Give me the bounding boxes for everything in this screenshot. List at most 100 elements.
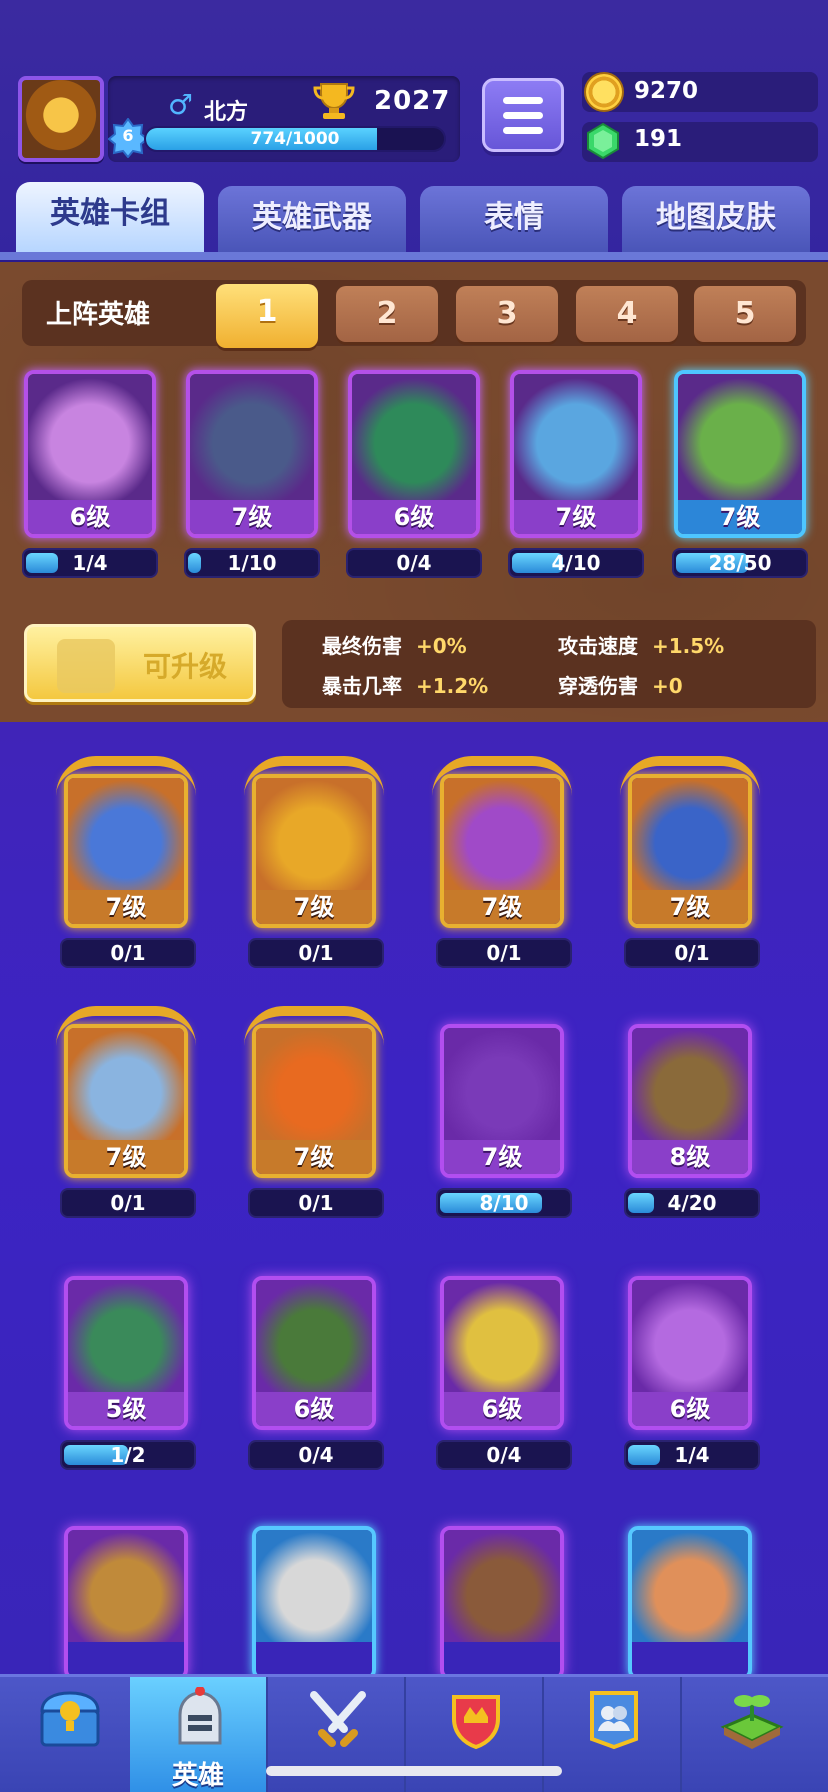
- collection-hero-card[interactable]: 7级: [432, 756, 572, 946]
- trophy-icon: [313, 83, 355, 119]
- hero-card-progress: 8/10: [436, 1188, 572, 1218]
- hero-portrait: [68, 1280, 184, 1392]
- hero-frame: 7级: [64, 1024, 188, 1178]
- gem-count: 191: [634, 126, 683, 152]
- collection-hero-card[interactable]: 7级: [244, 756, 384, 946]
- stat-label: 攻击速度: [558, 634, 638, 658]
- collection-hero-card[interactable]: 6级: [248, 1268, 380, 1448]
- lineup-slot-2[interactable]: 2: [336, 286, 438, 342]
- hero-level: 7级: [632, 890, 748, 924]
- hero-level: 8级: [632, 1140, 748, 1174]
- hero-portrait: [68, 1028, 184, 1140]
- hero-card-progress: 4/20: [624, 1188, 760, 1218]
- menu-button[interactable]: [482, 78, 564, 152]
- hero-level: 6级: [256, 1392, 372, 1426]
- coin-count: 9270: [634, 78, 699, 104]
- collection-hero-card[interactable]: 6级: [436, 1268, 568, 1448]
- lineup-slot-4[interactable]: 4: [576, 286, 678, 342]
- stat-label: 最终伤害: [322, 634, 402, 658]
- hero-card-progress: 0/1: [248, 938, 384, 968]
- hero-frame: 7级: [252, 774, 376, 928]
- hero-portrait: [256, 1280, 372, 1392]
- stat-final-damage: 最终伤害 +0%: [322, 630, 467, 659]
- stat-attack-speed: 攻击速度 +1.5%: [558, 630, 724, 659]
- hero-level: 6级: [28, 500, 152, 534]
- lineup-slot-3[interactable]: 3: [456, 286, 558, 342]
- deck-hero-card[interactable]: 7级: [186, 370, 318, 538]
- nav-shop[interactable]: [0, 1677, 138, 1792]
- deck-hero-card[interactable]: 6级: [348, 370, 480, 538]
- stat-crit-chance: 暴击几率 +1.2%: [322, 670, 488, 699]
- hero-frame: 7级: [64, 774, 188, 928]
- tab-bar: 英雄卡组 英雄武器 表情 地图皮肤: [0, 182, 828, 254]
- tab-emotes[interactable]: 表情: [420, 186, 608, 252]
- xp-bar: 774/1000: [144, 126, 446, 152]
- tab-map-skins[interactable]: 地图皮肤: [622, 186, 810, 252]
- sprout-island-icon: [720, 1695, 784, 1749]
- collection-hero-card[interactable]: 7级: [56, 756, 196, 946]
- lineup-slot-5[interactable]: 5: [694, 286, 796, 342]
- nav-island[interactable]: [682, 1677, 828, 1792]
- deck-hero-card[interactable]: 6级: [24, 370, 156, 538]
- hero-frame: 7级: [252, 1024, 376, 1178]
- hero-level: 7级: [444, 1140, 560, 1174]
- friends-banner-icon: [590, 1691, 638, 1750]
- nav-friends[interactable]: [544, 1677, 682, 1792]
- hero-portrait: [68, 1530, 184, 1642]
- progress-text: 28/50: [708, 551, 772, 575]
- gem-icon: [587, 122, 619, 160]
- hero-frame: 7级: [440, 774, 564, 928]
- upgrade-shield-icon: [57, 639, 115, 693]
- collection-hero-card[interactable]: 7级: [56, 1006, 196, 1196]
- trophy-count: 2027: [374, 86, 451, 116]
- nav-heroes[interactable]: 英雄: [130, 1677, 268, 1792]
- stat-pierce-damage: 穿透伤害 +0: [558, 670, 683, 699]
- collection-hero-card[interactable]: [60, 1518, 192, 1698]
- hero-portrait: [444, 1530, 560, 1642]
- hero-card-progress: 0/1: [436, 938, 572, 968]
- hero-level: 7级: [68, 1140, 184, 1174]
- collection-hero-card[interactable]: [248, 1518, 380, 1698]
- hero-portrait: [632, 778, 748, 890]
- tab-hero-weapons[interactable]: 英雄武器: [218, 186, 406, 252]
- hero-frame: [64, 1526, 188, 1680]
- progress-text: 0/1: [674, 941, 710, 965]
- hero-portrait: [190, 374, 314, 500]
- collection-hero-card[interactable]: 7级: [244, 1006, 384, 1196]
- collection-hero-card[interactable]: 8级: [624, 1016, 756, 1196]
- progress-text: 0/1: [110, 1191, 146, 1215]
- collection-hero-card[interactable]: [624, 1518, 756, 1698]
- tab-hero-deck[interactable]: 英雄卡组: [16, 182, 204, 252]
- knight-helmet-icon: [178, 1687, 222, 1745]
- collection-hero-card[interactable]: 6级: [624, 1268, 756, 1448]
- upgrade-button[interactable]: 可升级: [24, 624, 256, 702]
- progress-text: 1/2: [110, 1443, 146, 1467]
- collection-hero-card[interactable]: 7级: [620, 756, 760, 946]
- hero-frame: 7级: [628, 774, 752, 928]
- hero-portrait: [514, 374, 638, 500]
- player-name: 北方: [204, 100, 249, 125]
- progress-text: 1/4: [72, 551, 108, 575]
- collection-hero-card[interactable]: 7级: [436, 1016, 568, 1196]
- hero-level: 7级: [678, 500, 802, 534]
- hero-card-progress: 28/50: [672, 548, 808, 578]
- menu-line: [503, 127, 543, 134]
- hero-frame: 7级: [440, 1024, 564, 1178]
- collection-hero-card[interactable]: [436, 1518, 568, 1698]
- hero-level: 6级: [444, 1392, 560, 1426]
- hero-portrait: [632, 1530, 748, 1642]
- hero-level: 7级: [190, 500, 314, 534]
- hero-frame: 6级: [440, 1276, 564, 1430]
- progress-text: 4/10: [551, 551, 601, 575]
- hero-card-progress: 0/1: [248, 1188, 384, 1218]
- hero-card-progress: 0/1: [60, 938, 196, 968]
- lineup-label: 上阵英雄: [46, 300, 151, 330]
- hero-portrait: [256, 1530, 372, 1642]
- collection-hero-card[interactable]: 5级: [60, 1268, 192, 1448]
- deck-hero-card[interactable]: 7级: [510, 370, 642, 538]
- hero-portrait: [632, 1280, 748, 1392]
- hero-frame: [252, 1526, 376, 1680]
- deck-hero-card[interactable]: 7级: [674, 370, 806, 538]
- player-avatar[interactable]: [18, 76, 104, 162]
- lineup-slot-1[interactable]: 1: [216, 284, 318, 348]
